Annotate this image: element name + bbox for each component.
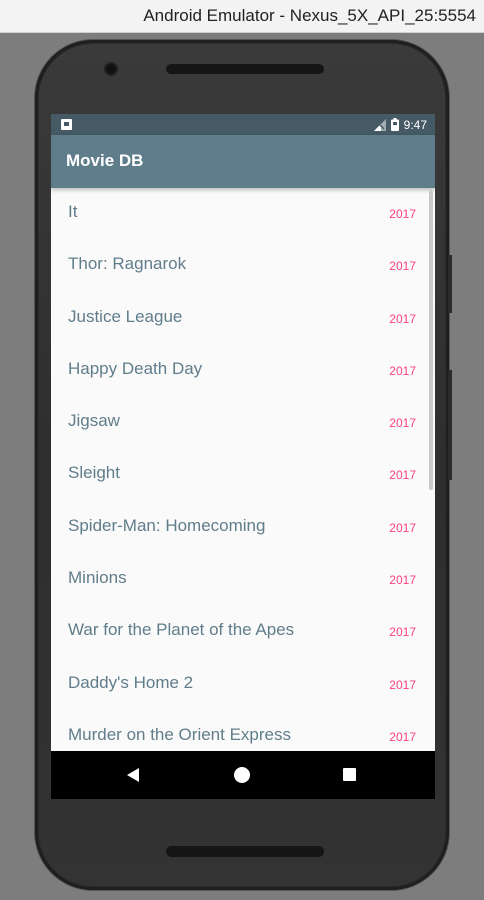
front-camera xyxy=(106,64,116,74)
list-scrollbar[interactable] xyxy=(429,190,433,490)
home-icon[interactable] xyxy=(234,767,250,783)
list-item[interactable]: War for the Planet of the Apes 2017 xyxy=(51,606,435,658)
movie-year: 2017 xyxy=(389,259,416,274)
movie-list[interactable]: It 2017 Thor: Ragnarok 2017 Justice Leag… xyxy=(51,188,435,751)
app-bar: Movie DB xyxy=(51,135,435,188)
movie-title: Murder on the Orient Express xyxy=(68,724,291,744)
movie-title: It xyxy=(68,202,78,221)
movie-title: Thor: Ragnarok xyxy=(68,254,187,274)
back-icon[interactable] xyxy=(127,768,139,782)
signal-icon xyxy=(373,118,386,131)
volume-button[interactable] xyxy=(448,370,452,480)
top-speaker-grille xyxy=(166,64,324,74)
status-bar: 9:47 xyxy=(51,114,435,135)
status-time: 9:47 xyxy=(403,117,427,132)
navigation-bar xyxy=(51,751,435,799)
movie-year: 2017 xyxy=(389,625,416,640)
movie-year: 2017 xyxy=(389,573,416,588)
list-item[interactable]: Spider-Man: Homecoming 2017 xyxy=(51,502,435,554)
list-item[interactable]: Daddy's Home 2 2017 xyxy=(51,659,435,711)
bottom-speaker-grille xyxy=(166,846,324,857)
movie-title: Spider-Man: Homecoming xyxy=(68,515,266,535)
movie-year: 2017 xyxy=(389,468,416,483)
movie-year: 2017 xyxy=(389,416,416,431)
list-item[interactable]: Murder on the Orient Express 2017 xyxy=(51,711,435,751)
battery-icon xyxy=(390,118,399,131)
movie-title: Jigsaw xyxy=(68,411,120,431)
movie-year: 2017 xyxy=(389,311,416,326)
app-title: Movie DB xyxy=(66,151,144,170)
list-item[interactable]: Justice League 2017 xyxy=(51,293,435,345)
movie-year: 2017 xyxy=(389,520,416,535)
list-item[interactable]: It 2017 xyxy=(51,188,435,240)
device-screen: 9:47 Movie DB It 2017 Thor: Ragnarok 201… xyxy=(51,114,435,799)
list-item[interactable]: Happy Death Day 2017 xyxy=(51,345,435,397)
emulator-titlebar: Android Emulator - Nexus_5X_API_25:5554 xyxy=(0,0,484,33)
movie-year: 2017 xyxy=(389,729,416,744)
notification-icon xyxy=(61,119,72,130)
movie-title: Sleight xyxy=(68,463,120,483)
movie-title: Minions xyxy=(68,568,127,588)
movie-year: 2017 xyxy=(389,363,416,378)
power-button[interactable] xyxy=(448,255,452,313)
movie-title: Justice League xyxy=(68,306,183,326)
list-item[interactable]: Jigsaw 2017 xyxy=(51,397,435,449)
list-item[interactable]: Thor: Ragnarok 2017 xyxy=(51,240,435,292)
recents-icon[interactable] xyxy=(343,768,356,781)
movie-title: War for the Planet of the Apes xyxy=(68,620,295,640)
movie-title: Daddy's Home 2 xyxy=(68,672,194,692)
movie-year: 2017 xyxy=(389,207,416,221)
status-bar-right: 9:47 xyxy=(373,117,427,132)
list-item[interactable]: Sleight 2017 xyxy=(51,449,435,501)
emulator-window-title: Android Emulator - Nexus_5X_API_25:5554 xyxy=(143,6,476,25)
movie-title: Happy Death Day xyxy=(68,358,203,378)
list-item[interactable]: Minions 2017 xyxy=(51,554,435,606)
movie-year: 2017 xyxy=(389,677,416,692)
